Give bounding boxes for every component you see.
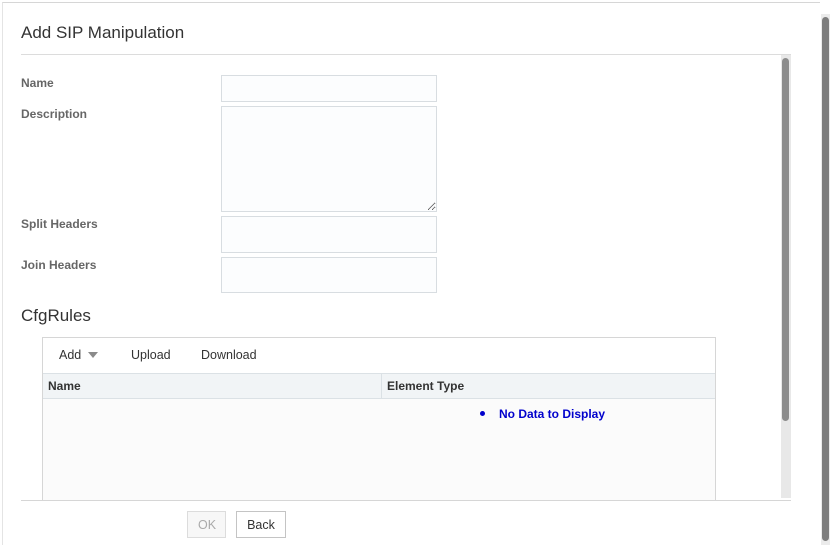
split-headers-input[interactable] [221, 216, 437, 253]
download-button[interactable]: Download [201, 348, 257, 362]
content-scrollbar[interactable] [781, 55, 791, 498]
description-label: Description [21, 107, 88, 121]
title-divider [21, 54, 791, 55]
split-headers-label: Split Headers [21, 217, 98, 231]
table-body: No Data to Display [43, 399, 715, 500]
description-textarea[interactable] [221, 106, 437, 212]
add-menu-button[interactable]: Add [59, 348, 99, 362]
join-headers-input[interactable] [221, 257, 437, 293]
back-button[interactable]: Back [236, 511, 286, 538]
empty-state-text: No Data to Display [499, 407, 606, 421]
window-scrollbar[interactable] [821, 14, 830, 545]
page-title: Add SIP Manipulation [21, 23, 185, 42]
footer-divider [21, 500, 791, 501]
join-headers-label: Join Headers [21, 258, 97, 272]
ok-button[interactable]: OK [187, 511, 226, 538]
empty-state: No Data to Display [480, 407, 605, 421]
bullet-icon [480, 411, 485, 416]
upload-button[interactable]: Upload [131, 348, 171, 362]
column-header-element-type[interactable]: Element Type [381, 374, 715, 398]
cfgrules-panel: Add Upload Download Name Element Type No… [42, 337, 716, 500]
table-header: Name Element Type [43, 373, 715, 399]
add-label: Add [59, 348, 82, 362]
name-input[interactable] [221, 75, 437, 102]
cfgrules-toolbar: Add Upload Download [43, 338, 715, 373]
cfgrules-title: CfgRules [21, 306, 91, 325]
content-scrollbar-thumb[interactable] [782, 58, 789, 421]
window-scrollbar-thumb[interactable] [822, 17, 829, 541]
column-header-name[interactable]: Name [43, 374, 381, 398]
name-label: Name [21, 76, 54, 90]
chevron-down-icon [88, 352, 99, 358]
